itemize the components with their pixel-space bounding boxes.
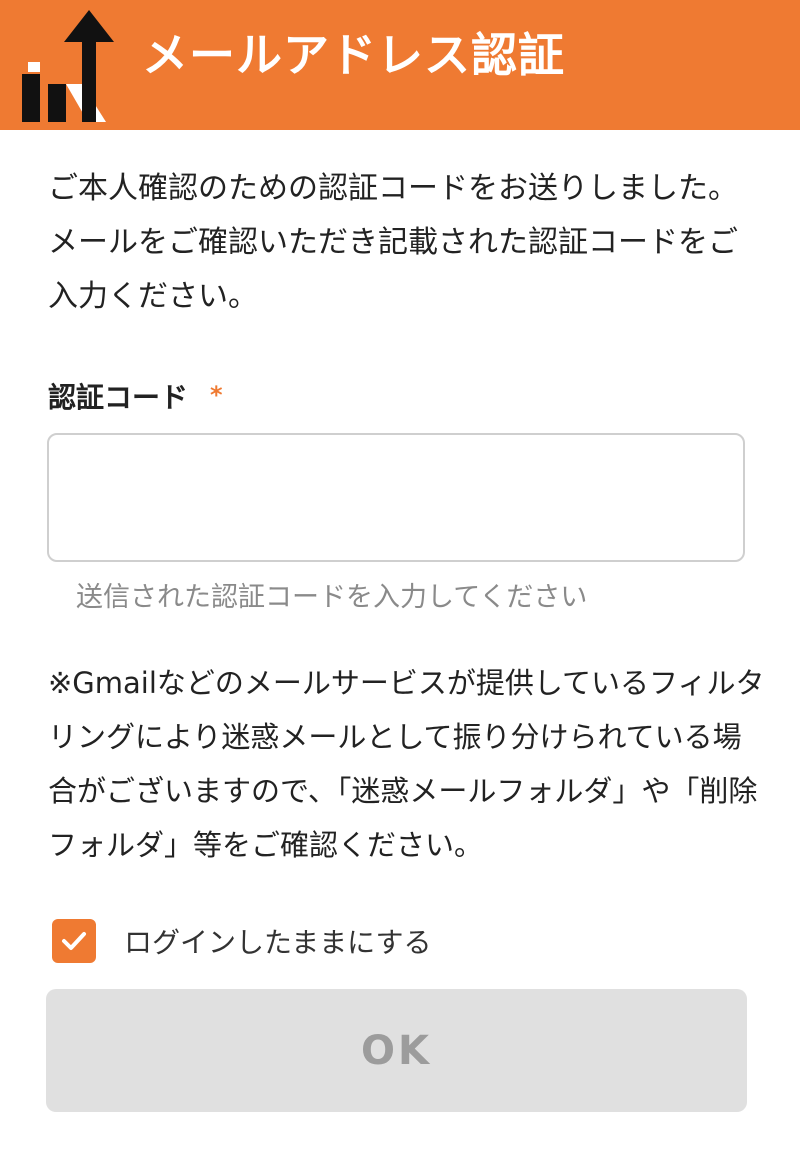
spam-folder-notice: ※Gmailなどのメールサービスが提供しているフィルタリングにより迷惑メールとし… (48, 666, 765, 862)
remember-login-row[interactable]: ログインしたままにする (52, 918, 431, 964)
app-header: メールアドレス認証 (0, 0, 800, 130)
code-input-hint: 送信された認証コードを入力してください (76, 582, 588, 613)
check-icon (62, 932, 86, 950)
code-field-label: 認証コード * (48, 376, 223, 416)
remember-login-label: ログインしたままにする (124, 926, 432, 959)
remember-login-checkbox[interactable] (52, 919, 96, 963)
ok-button[interactable]: OK (46, 989, 747, 1112)
page-title: メールアドレス認証 (142, 28, 565, 82)
rising-arrow-logo-icon (22, 10, 114, 122)
code-field-label-text: 認証コード (48, 381, 189, 414)
intro-message: ご本人確認のための認証コードをお送りしました。メールをご確認いただき記載された認… (48, 171, 738, 314)
verification-code-input[interactable] (47, 433, 745, 562)
required-mark: * (210, 381, 223, 409)
